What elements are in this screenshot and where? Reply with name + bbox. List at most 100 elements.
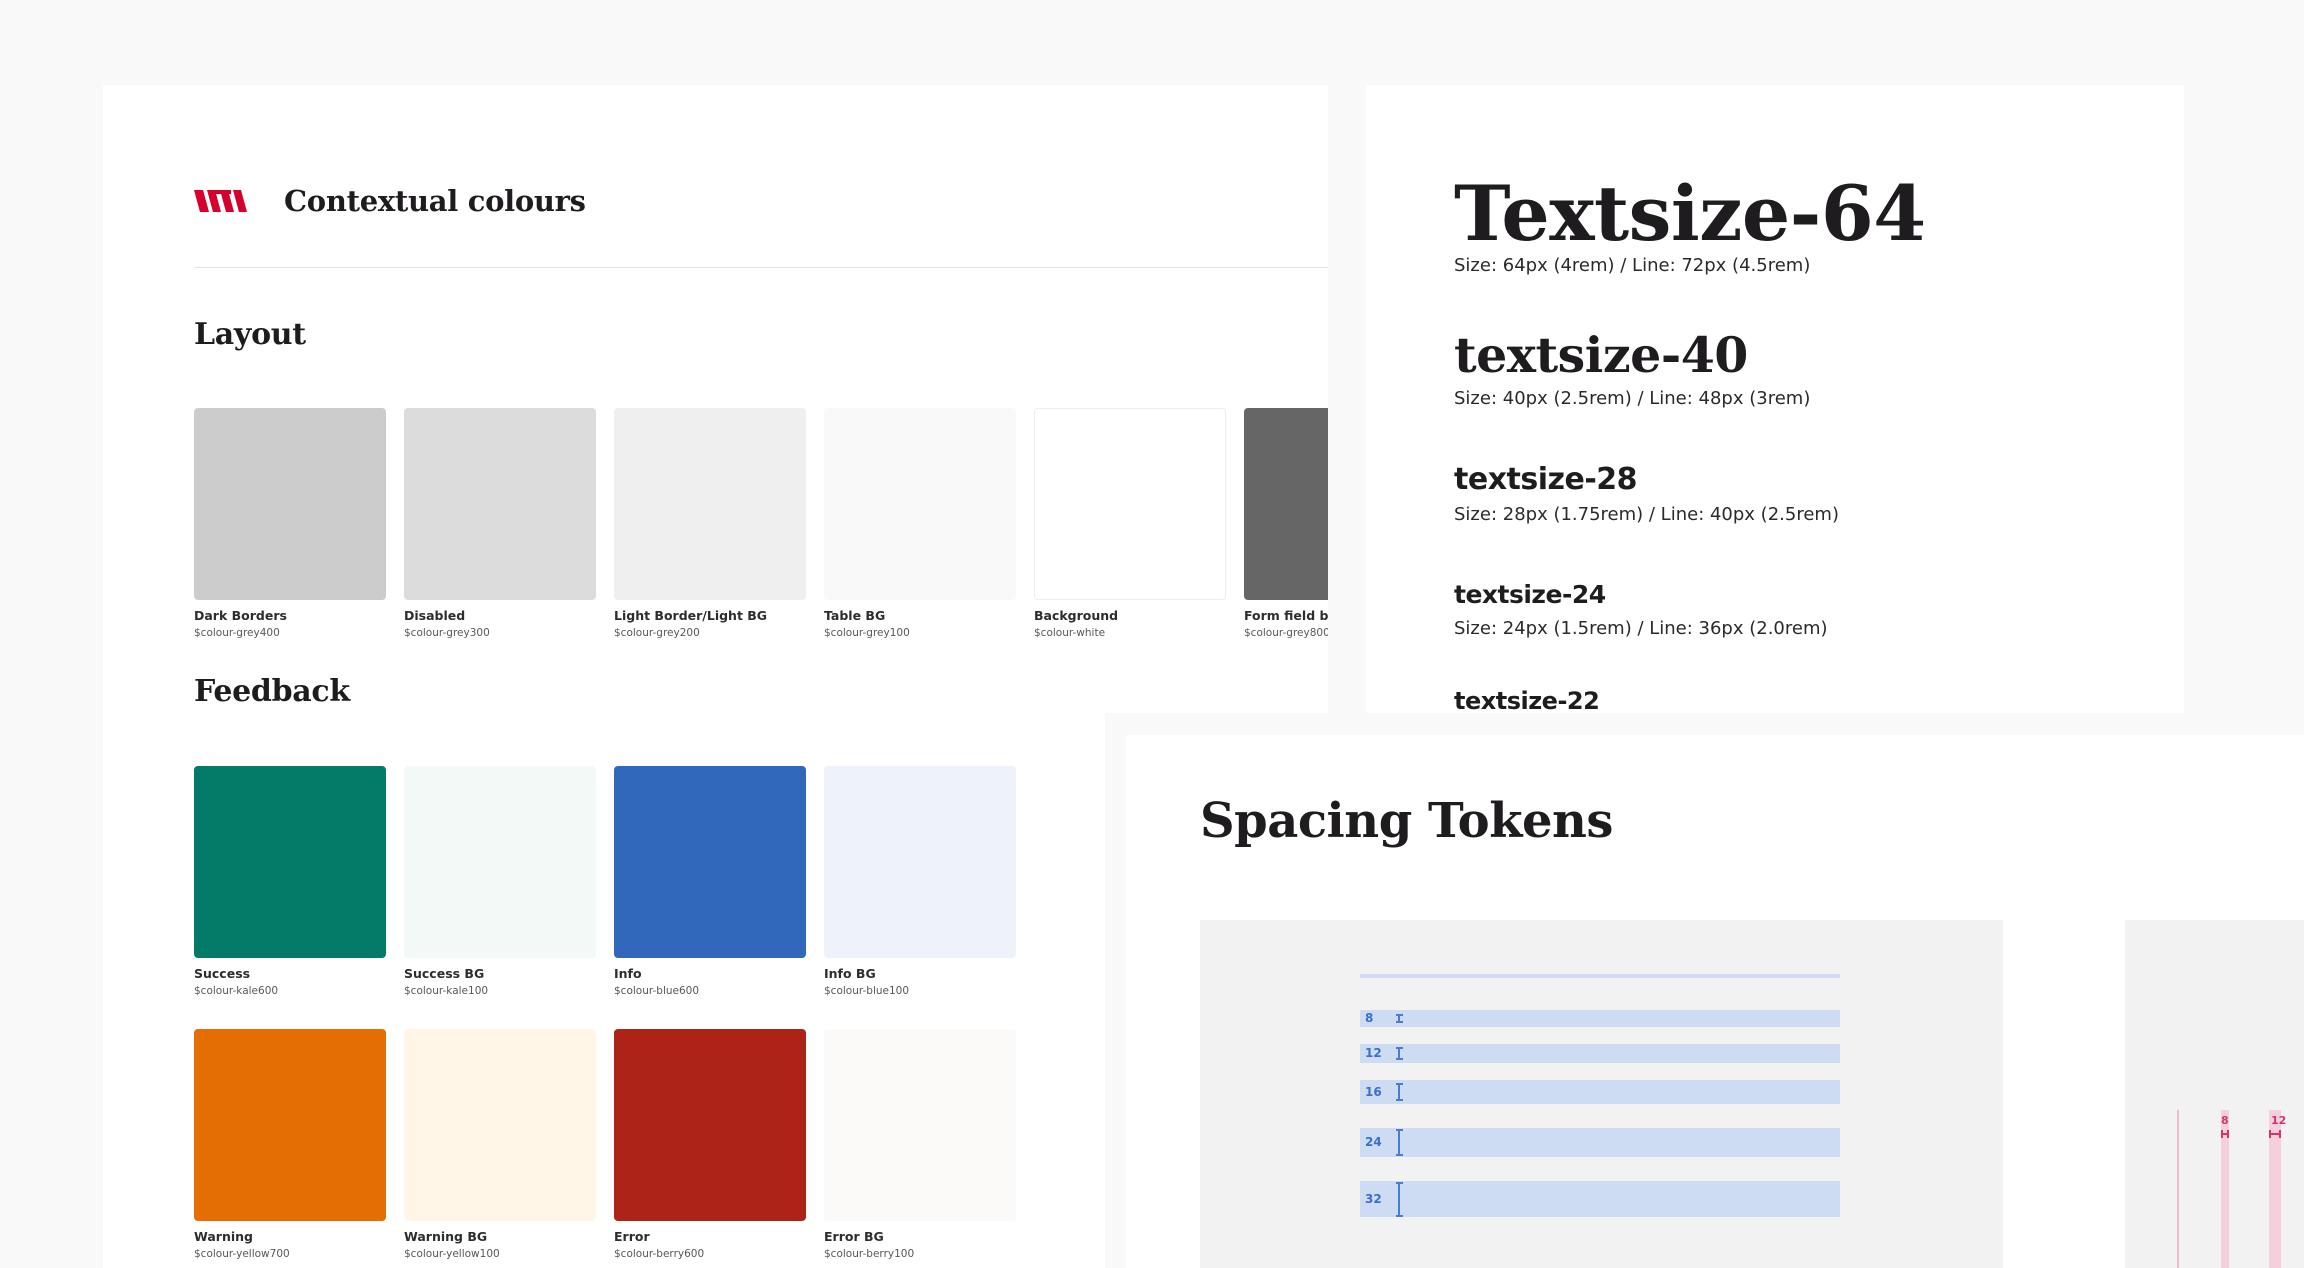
swatch-token: $colour-grey300 [404, 627, 490, 639]
swatch-token: $colour-grey100 [824, 627, 910, 639]
colour-swatch: Info BG $colour-blue100 [824, 766, 1016, 997]
swatch-chip [194, 408, 386, 600]
colour-swatch: Warning $colour-yellow700 [194, 1029, 386, 1260]
spacing-token-bar [1360, 1043, 1840, 1064]
swatch-chip [404, 766, 596, 958]
spacing-measure-icon [1396, 1083, 1403, 1101]
textsize-24-meta: Size: 24px (1.5rem) / Line: 36px (2.0rem… [1454, 618, 1828, 639]
textsize-40-label: textsize-40 [1454, 326, 1748, 384]
spacing-measure-icon [1396, 1129, 1403, 1156]
swatch-token: $colour-kale600 [194, 985, 279, 997]
swatch-name: Warning [194, 1229, 253, 1244]
colour-swatch: Error BG $colour-berry100 [824, 1029, 1016, 1260]
swatch-token: $colour-white [1034, 627, 1106, 639]
spacing-measure-icon [1396, 1181, 1403, 1217]
swatch-name: Light Border/Light BG [614, 608, 768, 623]
vertical-spacing-card: 8 12 16 24 32 [1200, 920, 2003, 1268]
spacing-token-bar [1360, 1127, 1840, 1158]
swatch-name: Success BG [404, 966, 485, 981]
swatch-chip [824, 766, 1016, 958]
colour-swatch: Info $colour-blue600 [614, 766, 806, 997]
colour-swatch: Error $colour-berry600 [614, 1029, 806, 1260]
page-title: Contextual colours [284, 184, 586, 218]
colour-swatch: Warning BG $colour-yellow100 [404, 1029, 596, 1260]
swatch-token: $colour-kale100 [404, 985, 489, 997]
textsize-40-meta: Size: 40px (2.5rem) / Line: 48px (3rem) [1454, 388, 1811, 409]
layout-heading: Layout [194, 317, 306, 352]
swatch-name: Form field border [1244, 608, 1328, 623]
swatch-name: Disabled [404, 608, 466, 623]
westpac-logo-icon [194, 190, 247, 212]
colour-swatch: Light Border/Light BG $colour-grey200 [614, 408, 806, 639]
panel-header: Contextual colours [194, 184, 586, 218]
textsize-24-sample: textsize-24 Size: 24px (1.5rem) / Line: … [1454, 578, 1828, 639]
swatch-token: $colour-grey800 [1244, 627, 1328, 639]
spacing-title: Spacing Tokens [1200, 793, 1613, 849]
swatch-chip [194, 766, 386, 958]
swatch-name: Success [194, 966, 251, 981]
swatch-token: $colour-berry100 [824, 1248, 915, 1260]
swatch-name: Table BG [824, 608, 886, 623]
spacing-token-label: 12 [1365, 1046, 1382, 1061]
colour-swatch: Background $colour-white [1034, 408, 1226, 639]
swatch-chip [824, 408, 1016, 600]
swatch-chip [1034, 408, 1226, 600]
horizontal-measure-icon [2221, 1130, 2229, 1138]
horizontal-token-label: 8 [2221, 1114, 2229, 1127]
feedback-heading: Feedback [194, 674, 350, 709]
swatch-name: Dark Borders [194, 608, 287, 623]
swatch-chip [824, 1029, 1016, 1221]
swatch-name: Info BG [824, 966, 876, 981]
swatch-chip [614, 1029, 806, 1221]
swatch-token: $colour-blue100 [824, 985, 910, 997]
swatch-chip [404, 1029, 596, 1221]
colour-swatch: Success BG $colour-kale100 [404, 766, 596, 997]
swatch-name: Background [1034, 608, 1119, 623]
typography-panel: Textsize-64 Size: 64px (4rem) / Line: 72… [1366, 85, 2184, 713]
spacing-baseline [1360, 974, 1840, 978]
swatch-chip [1244, 408, 1328, 600]
textsize-64-label: Textsize-64 [1454, 169, 1926, 258]
spacing-token-bar [1360, 1010, 1840, 1027]
spacing-token-label: 8 [1365, 1011, 1374, 1026]
textsize-22-sample: textsize-22 [1454, 685, 1600, 713]
textsize-28-sample: textsize-28 Size: 28px (1.75rem) / Line:… [1454, 460, 1839, 525]
textsize-28-meta: Size: 28px (1.75rem) / Line: 40px (2.5re… [1454, 504, 1839, 525]
horizontal-baseline [2177, 1110, 2179, 1268]
swatch-token: $colour-blue600 [614, 985, 700, 997]
textsize-24-label: textsize-24 [1454, 580, 1606, 609]
horizontal-spacing-card: 8 12 [2125, 920, 2304, 1268]
colour-swatch: Disabled $colour-grey300 [404, 408, 596, 639]
textsize-64-meta: Size: 64px (4rem) / Line: 72px (4.5rem) [1454, 255, 1811, 276]
horizontal-token-label: 12 [2271, 1114, 2287, 1127]
spacing-measure-icon [1396, 1013, 1403, 1023]
colour-swatch: Dark Borders $colour-grey400 [194, 408, 386, 639]
header-divider [194, 267, 1328, 268]
spacing-token-label: 24 [1365, 1135, 1382, 1150]
horizontal-measure-icon [2269, 1130, 2281, 1138]
swatch-name: Warning BG [404, 1229, 488, 1244]
swatch-name: Error BG [824, 1229, 884, 1244]
textsize-28-label: textsize-28 [1454, 462, 1638, 497]
spacing-token-bar [1360, 1080, 1840, 1104]
layout-swatch-row: Dark Borders $colour-grey400 Disabled $colo… [194, 408, 1328, 639]
colour-swatch: Success $colour-kale600 [194, 766, 386, 997]
spacing-token-label: 32 [1365, 1192, 1382, 1207]
swatch-chip [614, 408, 806, 600]
swatch-chip [404, 408, 596, 600]
swatch-token: $colour-grey400 [194, 627, 280, 639]
swatch-name: Info [614, 966, 642, 981]
swatch-chip [194, 1029, 386, 1221]
swatch-name: Error [614, 1229, 650, 1244]
swatch-token: $colour-grey200 [614, 627, 700, 639]
spacing-measure-icon [1396, 1046, 1403, 1061]
spacing-token-label: 16 [1365, 1084, 1382, 1099]
feedback-swatch-row: Warning $colour-yellow700 Warning BG $colou… [194, 1029, 1016, 1260]
feedback-swatch-row: Success $colour-kale600 Success BG $colour-… [194, 766, 1016, 997]
textsize-22-label: textsize-22 [1454, 687, 1600, 713]
spacing-token-bar [1360, 1181, 1840, 1218]
textsize-64-sample: Textsize-64 Size: 64px (4rem) / Line: 72… [1454, 169, 1926, 277]
swatch-token: $colour-berry600 [614, 1248, 705, 1260]
colour-swatch: Form field border $colour-grey800 [1244, 408, 1328, 639]
swatch-token: $colour-yellow700 [194, 1248, 290, 1260]
